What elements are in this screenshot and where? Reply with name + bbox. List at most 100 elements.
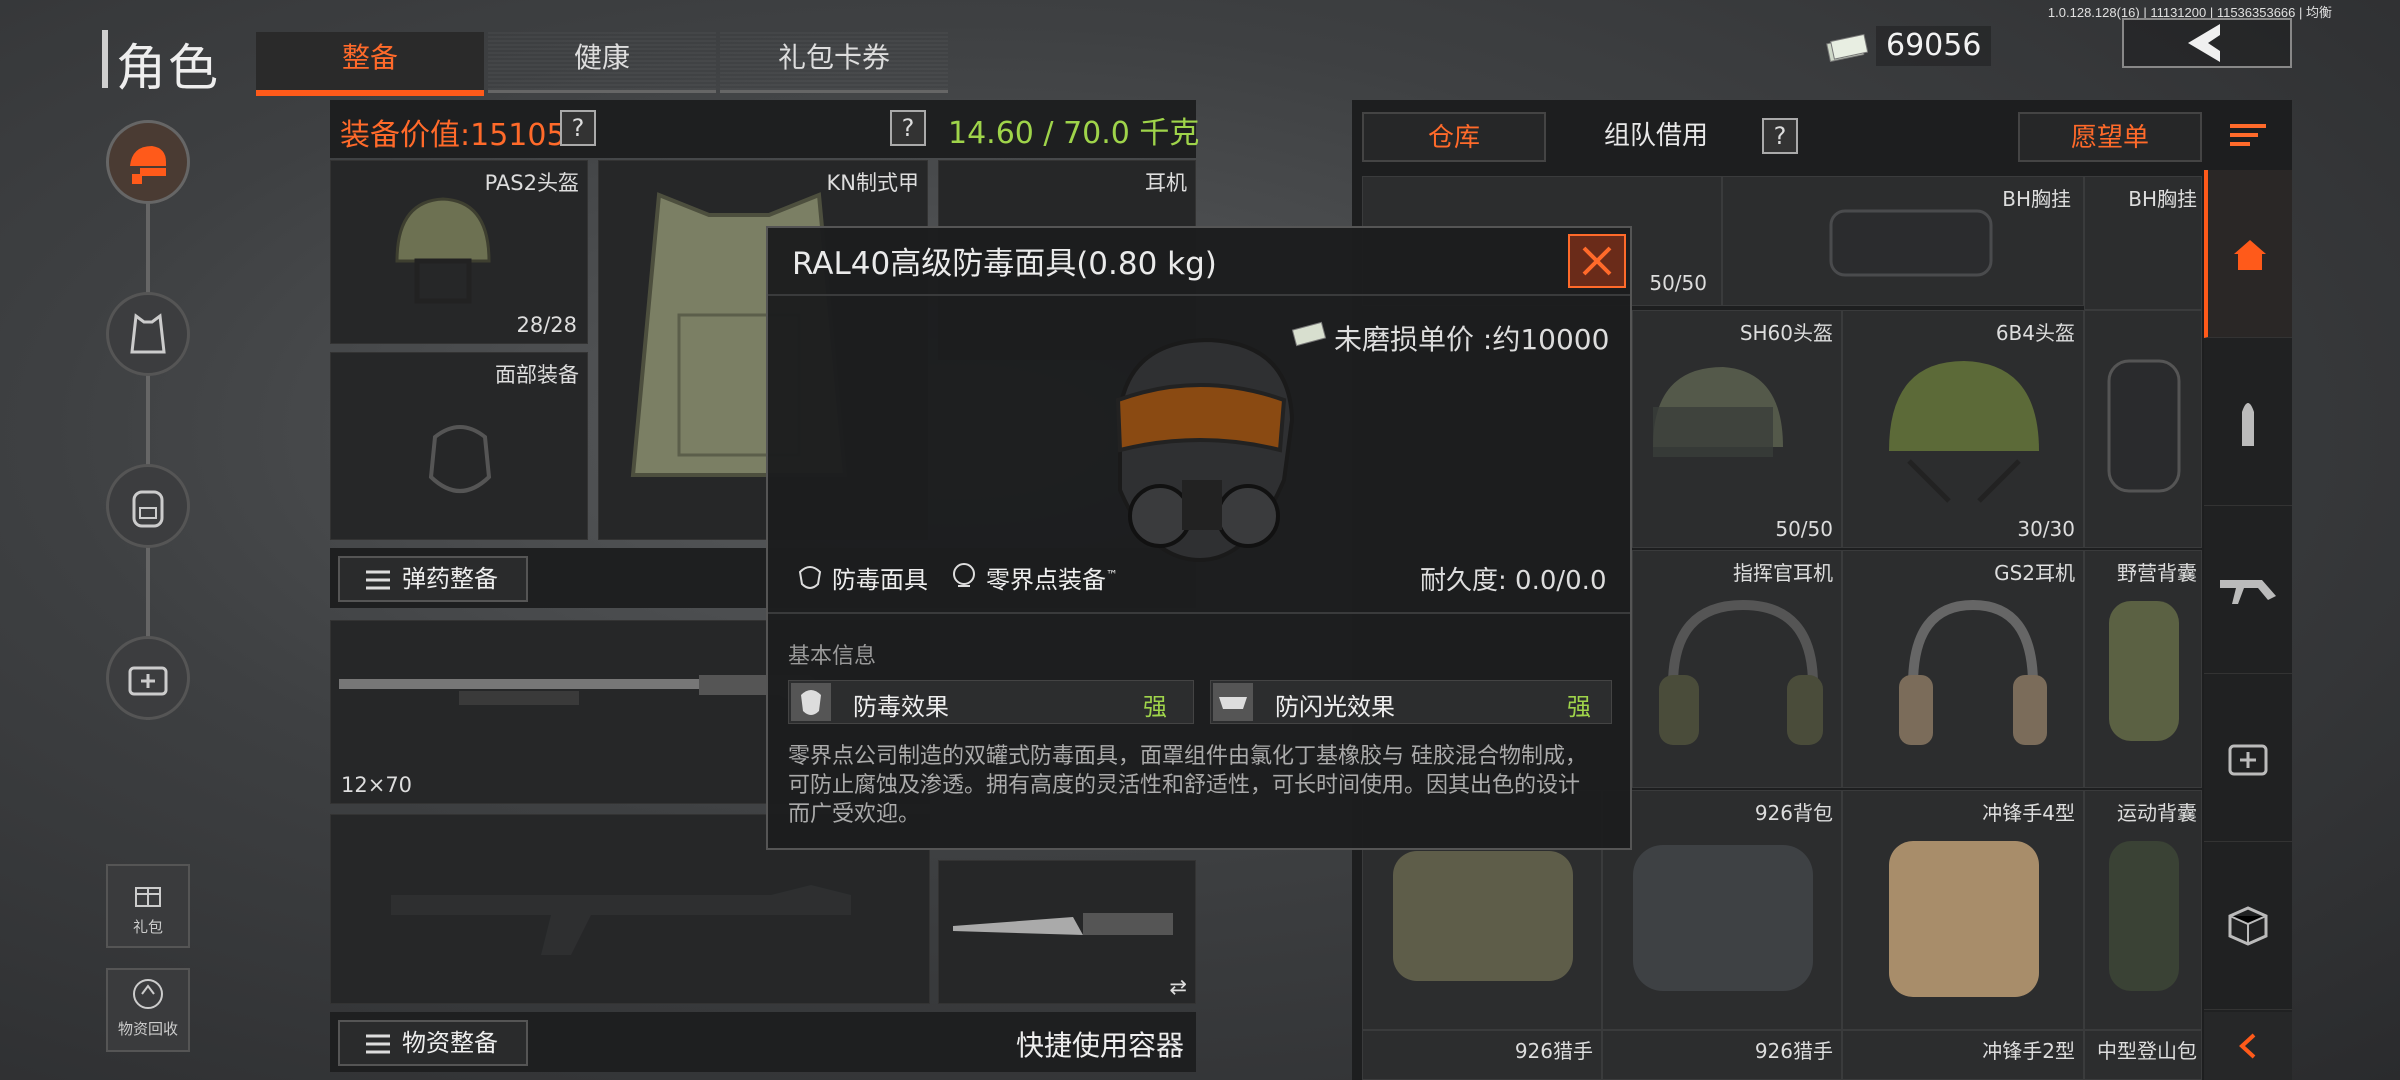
tab-wishlist[interactable]: 愿望单 — [2018, 112, 2202, 162]
quick-container-label[interactable]: 快捷使用容器 — [1016, 1024, 1184, 1064]
rail-medkit-button[interactable] — [106, 636, 190, 720]
helmet-icon — [395, 197, 491, 304]
currency-icon — [1826, 33, 1868, 62]
swap-icon[interactable]: ⇄ — [1169, 975, 1187, 999]
effect-row: 防毒效果 强 — [788, 680, 1194, 724]
home-icon — [2234, 239, 2266, 270]
rail-loadout-button[interactable] — [106, 120, 190, 204]
headset-icon — [1659, 599, 1823, 745]
warehouse-item[interactable]: 野营背囊 — [2084, 550, 2202, 788]
close-button[interactable] — [1568, 234, 1626, 288]
supply-prepare-button[interactable]: 物资整备 — [338, 1020, 528, 1066]
item-label: 926猎手 — [1514, 1039, 1593, 1063]
gift-button[interactable]: 礼包 — [106, 864, 190, 948]
item-description: 零界点公司制造的双罐式防毒面具，面罩组件由氯化丁基橡胶与 硅胶混合物制成，可防止… — [788, 744, 1587, 827]
knife-icon — [953, 913, 1173, 935]
back-button[interactable] — [2122, 18, 2292, 68]
modal-divider — [768, 294, 1630, 296]
tab-prepare[interactable]: 整备 — [256, 32, 484, 96]
helmet-slot[interactable]: PAS2头盔 28/28 — [330, 160, 588, 344]
page-title: 角色 — [116, 39, 220, 97]
warehouse-item[interactable]: 926猎手 — [1602, 1030, 1842, 1080]
rail-armor-button[interactable] — [106, 292, 190, 376]
sort-icon[interactable] — [2226, 120, 2270, 150]
category-home[interactable] — [2204, 170, 2292, 338]
recycle-button[interactable]: 物资回收 — [106, 968, 190, 1052]
ammo-prepare-label: 弹药整备 — [402, 565, 498, 593]
warehouse-item[interactable]: 指挥官耳机 — [1632, 550, 1842, 788]
effect-value: 强 — [1567, 693, 1591, 721]
item-brand-name: 零界点装备 — [986, 566, 1106, 594]
item-label: 指挥官耳机 — [1733, 561, 1833, 585]
collapse-button[interactable] — [2204, 1012, 2292, 1080]
gas-mask-effect-icon — [791, 683, 831, 721]
category-ammo[interactable] — [2204, 338, 2292, 506]
warehouse-item[interactable]: 中型登山包 — [2084, 1030, 2202, 1080]
warehouse-item[interactable]: 6B4头盔 30/30 — [1842, 310, 2084, 548]
medkit-icon — [128, 666, 168, 696]
backpack-icon — [2109, 841, 2179, 991]
item-label: 冲锋手4型 — [1982, 801, 2075, 825]
carry-weight: 14.60 / 70.0 千克 — [948, 116, 1200, 151]
warehouse-item[interactable]: 运动背囊 — [2084, 790, 2202, 1030]
item-brand-tag: 零界点装备™ — [986, 560, 1118, 595]
currency-amount: 69056 — [1876, 26, 1992, 66]
item-label: GS2耳机 — [1994, 561, 2075, 585]
back-arrow-icon — [2188, 24, 2220, 62]
warehouse-item[interactable]: BH胸挂 — [2084, 176, 2202, 310]
modal-divider — [768, 612, 1630, 614]
warehouse-item[interactable]: 冲锋手4型 — [1842, 790, 2084, 1030]
helmet-visor-icon — [1653, 367, 1783, 457]
chest-rig-icon — [1829, 209, 1993, 277]
helmet-durability: 28/28 — [516, 313, 577, 337]
warehouse-item[interactable]: GS2耳机 — [1842, 550, 2084, 788]
warehouse-item[interactable]: 冲锋手2型 — [1842, 1030, 2084, 1080]
helmet-icon — [1889, 361, 2039, 503]
gas-mask-image — [1115, 337, 1295, 563]
warehouse-item[interactable]: BH胸挂 — [1722, 176, 2084, 306]
rail-backpack-button[interactable] — [106, 464, 190, 548]
section-basic-info: 基本信息 — [788, 644, 877, 669]
primary-ammo-type: 12×70 — [341, 773, 413, 797]
warehouse-item[interactable]: 926猎手 — [1362, 1030, 1602, 1080]
item-count: 50/50 — [1649, 271, 1707, 295]
item-label: 926猎手 — [1754, 1039, 1833, 1063]
title-accent-bar — [102, 30, 108, 88]
gift-icon — [135, 887, 161, 907]
face-slot[interactable]: 面部装备 — [330, 352, 588, 540]
warehouse-item[interactable]: SH60头盔 50/50 — [1632, 310, 1842, 548]
list-icon — [366, 570, 390, 590]
item-count: 50/50 — [1775, 517, 1833, 541]
tab-health[interactable]: 健康 — [488, 32, 716, 93]
backpack-icon — [1633, 845, 1813, 991]
item-label: 926背包 — [1754, 801, 1833, 825]
effect-name: 防闪光效果 — [1275, 693, 1395, 721]
category-medical[interactable] — [2204, 674, 2292, 842]
supply-prepare-label: 物资整备 — [402, 1029, 498, 1057]
tab-gift-coupons[interactable]: 礼包卡券 — [720, 32, 948, 93]
tab-warehouse[interactable]: 仓库 — [1362, 112, 1546, 162]
warehouse-item[interactable]: 926背包 — [1602, 790, 1842, 1030]
weight-help-button[interactable]: ? — [890, 110, 926, 146]
borrow-help-button[interactable]: ? — [1762, 118, 1798, 154]
effect-value: 强 — [1143, 693, 1167, 721]
gas-mask-type-icon — [798, 566, 822, 589]
ammo-prepare-button[interactable]: 弹药整备 — [338, 556, 528, 602]
item-label: 中型登山包 — [2097, 1039, 2197, 1063]
value-help-button[interactable]: ? — [560, 110, 596, 146]
warehouse-item[interactable] — [2084, 310, 2202, 548]
modal-title: RAL40高级防毒面具(0.80 kg) — [792, 246, 1217, 282]
backpack-icon — [132, 490, 164, 528]
gas-mask-placeholder-icon — [428, 425, 492, 493]
list-icon — [366, 1034, 390, 1054]
item-count: 30/30 — [2017, 517, 2075, 541]
bullet-icon — [2242, 402, 2254, 446]
category-weapons[interactable] — [2204, 506, 2292, 674]
item-type-tag: 防毒面具 — [832, 566, 928, 594]
medkit-icon — [2228, 744, 2268, 775]
item-price: 未磨损单价 :约10000 — [1334, 323, 1610, 356]
recycle-label: 物资回收 — [117, 1020, 178, 1038]
tab-team-borrow[interactable]: 组队借用 — [1556, 112, 1756, 162]
category-misc[interactable] — [2204, 842, 2292, 1010]
melee-slot[interactable]: ⇄ — [938, 860, 1196, 1004]
